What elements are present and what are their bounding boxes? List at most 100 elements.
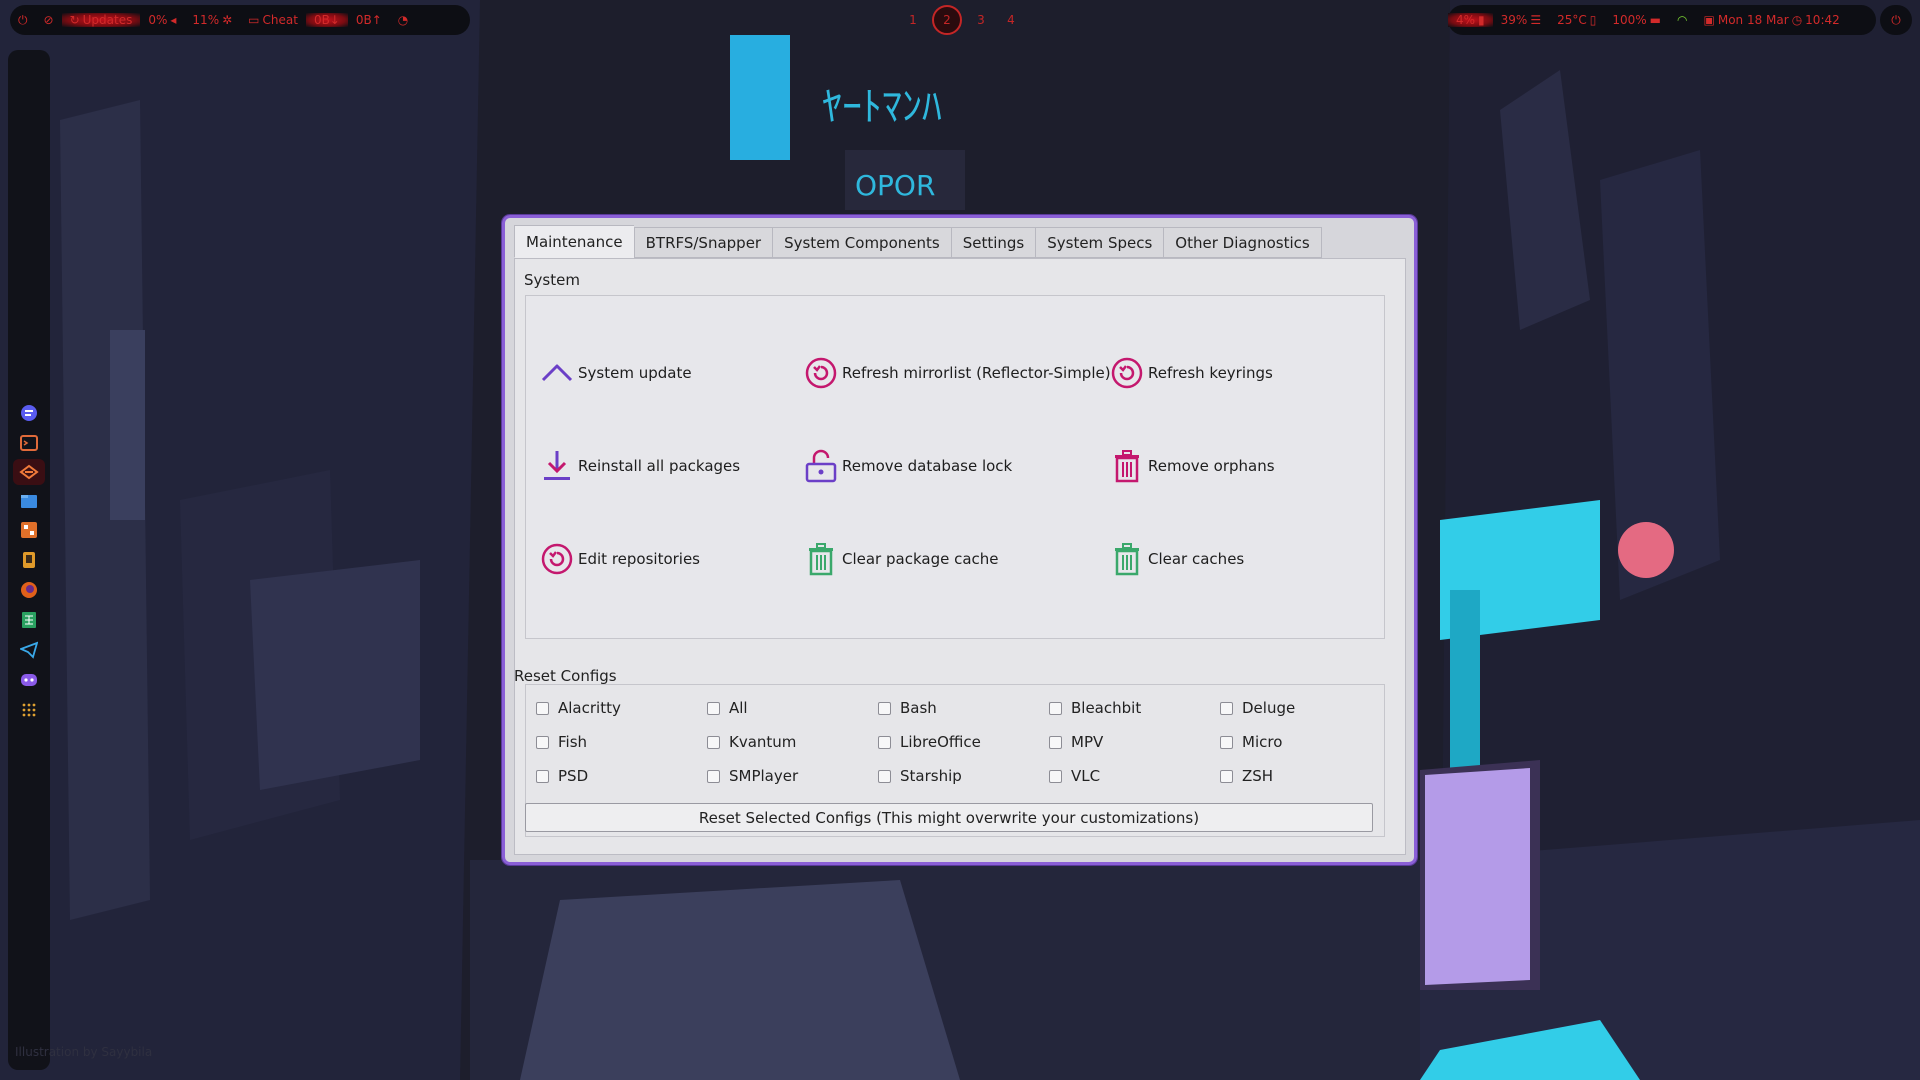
clear-package-cache-button[interactable]: Clear package cache <box>804 542 999 576</box>
checkbox-box[interactable] <box>878 735 891 749</box>
tab-btrfs-snapper[interactable]: BTRFS/Snapper <box>633 227 773 258</box>
wifi-status-icon[interactable]: ◠ <box>1669 13 1695 27</box>
checkbox-deluge[interactable]: Deluge <box>1220 699 1295 717</box>
edit-repositories-button[interactable]: Edit repositories <box>540 542 700 576</box>
checkbox-box[interactable] <box>707 701 720 715</box>
checkbox-box[interactable] <box>1049 769 1062 783</box>
phone-icon[interactable] <box>13 547 45 573</box>
checkbox-label: SMPlayer <box>729 767 799 785</box>
tab-maintenance[interactable]: Maintenance <box>514 225 634 258</box>
checkbox-label: Starship <box>900 767 962 785</box>
refresh-keyrings-button[interactable]: Refresh keyrings <box>1110 356 1273 390</box>
brightness-indicator[interactable]: 4% ▮ <box>1448 13 1493 27</box>
checkbox-micro[interactable]: Micro <box>1220 733 1282 751</box>
svg-text:OPOR: OPOR <box>855 169 935 202</box>
power-icon: ⏻ <box>1891 12 1901 27</box>
tab-bar: Maintenance BTRFS/Snapper System Compone… <box>514 225 1322 258</box>
reinstall-all-packages-label: Reinstall all packages <box>578 457 741 475</box>
sheets-icon[interactable] <box>13 607 45 633</box>
battery-full-icon: ▬ <box>1649 13 1662 27</box>
tab-system-components[interactable]: System Components <box>772 227 951 258</box>
net-down-indicator: 0B↓ <box>305 13 348 27</box>
checkbox-smplayer[interactable]: SMPlayer <box>707 767 798 785</box>
cheat-button[interactable]: ▭ Cheat <box>240 13 306 27</box>
clock[interactable]: ▣ Mon 18 Mar ◷ 10:42 <box>1696 13 1848 27</box>
checkbox-libreoffice[interactable]: LibreOffice <box>878 733 981 751</box>
workspace-3[interactable]: 3 <box>970 9 992 31</box>
checkbox-label: LibreOffice <box>900 733 981 751</box>
volume-indicator[interactable]: 0% ◂ <box>140 13 184 27</box>
checkbox-bleachbit[interactable]: Bleachbit <box>1049 699 1141 717</box>
checkbox-box[interactable] <box>878 769 891 783</box>
checkbox-box[interactable] <box>707 735 720 749</box>
telegram-icon[interactable] <box>13 637 45 663</box>
clock-icon: ◷ <box>1791 13 1803 27</box>
checkbox-alacritty[interactable]: Alacritty <box>536 699 621 717</box>
remove-database-lock-label: Remove database lock <box>842 457 1013 475</box>
tab-other-diagnostics[interactable]: Other Diagnostics <box>1163 227 1322 258</box>
system-group-title: System <box>524 271 580 289</box>
clear-caches-label: Clear caches <box>1148 550 1245 568</box>
tab-settings[interactable]: Settings <box>950 227 1036 258</box>
terminal-icon[interactable] <box>13 430 45 456</box>
temperature-value: 25°C <box>1557 13 1587 27</box>
checkbox-mpv[interactable]: MPV <box>1049 733 1103 751</box>
memory-icon: ☰ <box>1530 13 1542 27</box>
refresh-mirrorlist-button[interactable]: Refresh mirrorlist (Reflector-Simple) <box>804 356 1111 390</box>
left-status-pill: ⏻ ⊘ ↻ Updates 0% ◂ 11% ✲ ▭ Cheat 0B↓ 0B↑… <box>10 5 470 35</box>
app-launcher-icon[interactable] <box>13 400 45 426</box>
checkbox-kvantum[interactable]: Kvantum <box>707 733 796 751</box>
memory-value: 39% <box>1500 13 1528 27</box>
maintenance-panel: System System update Refresh mirrorlist … <box>514 258 1406 855</box>
checkbox-box[interactable] <box>1220 735 1233 749</box>
left-dock <box>8 50 50 1070</box>
checkbox-psd[interactable]: PSD <box>536 767 588 785</box>
checkbox-box[interactable] <box>1220 769 1233 783</box>
workspace-2[interactable]: 2 <box>932 5 962 35</box>
checkbox-box[interactable] <box>1220 701 1233 715</box>
checkbox-vlc[interactable]: VLC <box>1049 767 1100 785</box>
wifi-icon[interactable]: ◔ <box>390 13 416 27</box>
discord-icon[interactable] <box>13 667 45 693</box>
checkbox-box[interactable] <box>1049 735 1062 749</box>
cpu-indicator: 11% ✲ <box>184 13 240 27</box>
power-button-pill[interactable]: ⏻ <box>1880 5 1912 35</box>
workspace-1[interactable]: 1 <box>902 9 924 31</box>
workspace-switcher: 1 2 3 4 <box>902 5 1022 35</box>
system-group: System update Refresh mirrorlist (Reflec… <box>525 295 1385 639</box>
system-update-button[interactable]: System update <box>540 356 692 390</box>
remove-database-lock-button[interactable]: Remove database lock <box>804 449 1012 483</box>
app-grid-icon[interactable] <box>13 697 45 723</box>
garuda-assistant-icon[interactable] <box>13 459 45 485</box>
remove-orphans-button[interactable]: Remove orphans <box>1110 449 1275 483</box>
checkbox-label: Deluge <box>1242 699 1296 717</box>
workspace-4[interactable]: 4 <box>1000 9 1022 31</box>
checkbox-box[interactable] <box>1049 701 1062 715</box>
reset-selected-configs-button[interactable]: Reset Selected Configs (This might overw… <box>525 803 1373 832</box>
firefox-icon[interactable] <box>13 577 45 603</box>
checkbox-box[interactable] <box>707 769 720 783</box>
checkbox-fish[interactable]: Fish <box>536 733 587 751</box>
checkbox-box[interactable] <box>536 701 549 715</box>
clear-caches-button[interactable]: Clear caches <box>1110 542 1244 576</box>
tab-system-specs[interactable]: System Specs <box>1035 227 1164 258</box>
reinstall-all-packages-button[interactable]: Reinstall all packages <box>540 449 740 483</box>
checkbox-all[interactable]: All <box>707 699 748 717</box>
checkbox-box[interactable] <box>536 735 549 749</box>
battery-icon: ▮ <box>1478 13 1485 27</box>
checkbox-zsh[interactable]: ZSH <box>1220 767 1273 785</box>
idle-inhibitor-icon[interactable]: ⊘ <box>36 13 62 27</box>
updates-indicator[interactable]: ↻ Updates <box>61 13 141 27</box>
wallpaper-credit: Illustration by Sayybila <box>15 1045 153 1059</box>
trash-icon <box>809 543 833 576</box>
checkbox-box[interactable] <box>536 769 549 783</box>
thermometer-icon: ▯ <box>1589 13 1597 27</box>
boot-options-icon[interactable] <box>13 517 45 543</box>
checkbox-starship[interactable]: Starship <box>878 767 962 785</box>
power-menu-icon[interactable]: ⏻ <box>10 13 36 28</box>
checkbox-bash[interactable]: Bash <box>878 699 937 717</box>
file-manager-icon[interactable] <box>13 488 45 514</box>
checkbox-label: ZSH <box>1242 767 1274 785</box>
refresh-icon <box>1111 357 1143 389</box>
checkbox-box[interactable] <box>878 701 891 715</box>
